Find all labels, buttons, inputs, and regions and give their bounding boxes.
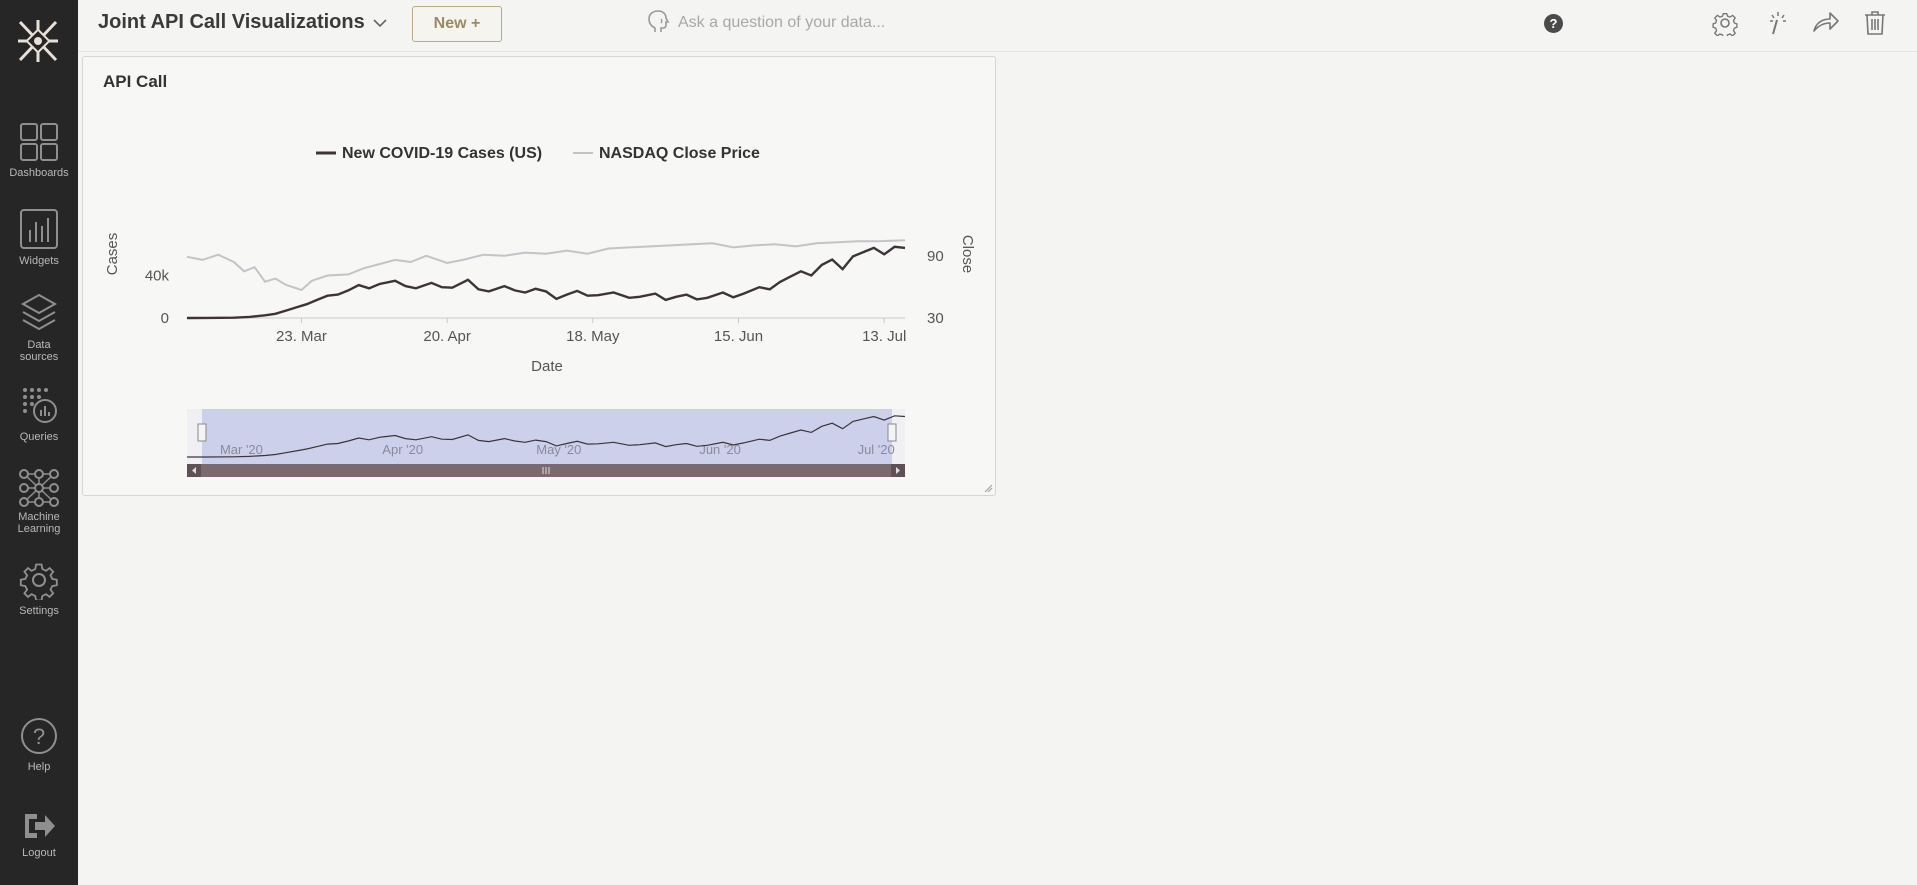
layers-icon	[20, 293, 58, 331]
svg-text:?: ?	[33, 724, 45, 749]
x-tick-label: 18. May	[566, 328, 620, 345]
sidebar-item-queries[interactable]: Queries	[0, 384, 78, 443]
x-tick-label: 15. Jun	[714, 328, 763, 345]
help-button[interactable]: ?	[1544, 14, 1563, 33]
app-logo-icon[interactable]	[16, 18, 60, 64]
x-tick-label: 13. Jul	[862, 328, 906, 345]
magic-wand-icon[interactable]	[1764, 10, 1788, 36]
y-left-tick-label: 0	[161, 310, 169, 327]
sidebar-item-label: Machine Learning	[17, 511, 61, 535]
series-line-cases[interactable]	[186, 245, 906, 320]
chart-legend[interactable]: New COVID-19 Cases (US) NASDAQ Close Pri…	[316, 145, 760, 162]
share-arrow-icon[interactable]	[1812, 10, 1840, 34]
sidebar-item-settings[interactable]: Settings	[0, 560, 78, 617]
dashboard-title-dropdown[interactable]: Joint API Call Visualizations	[98, 11, 387, 34]
legend-item-nasdaq[interactable]: NASDAQ Close Price	[599, 145, 760, 162]
line-chart[interactable]: New COVID-19 Cases (US) NASDAQ Close Pri…	[83, 57, 995, 495]
resize-handle-icon[interactable]	[983, 483, 993, 493]
query-icon	[23, 388, 57, 423]
y-left-tick-label: 40k	[145, 268, 170, 285]
navigator-label: May '20	[536, 442, 581, 457]
navigator-label: Apr '20	[382, 442, 423, 457]
sidebar-item-label: Logout	[22, 847, 56, 859]
sidebar-item-logout[interactable]: Logout	[0, 810, 78, 859]
x-axis-label: Date	[531, 358, 563, 375]
trash-icon[interactable]	[1864, 10, 1886, 36]
sidebar-item-help[interactable]: ? Help	[0, 716, 78, 773]
sidebar: Dashboards Widgets Data sources Queries …	[0, 0, 78, 885]
head-voice-icon	[648, 10, 670, 32]
bar-chart-icon	[20, 209, 58, 249]
dashboard-title: Joint API Call Visualizations	[98, 11, 365, 33]
y-axis-left-ticks: 0 40k	[145, 268, 170, 328]
chevron-down-icon	[373, 18, 387, 27]
x-tick-label: 23. Mar	[276, 328, 327, 345]
y-axis-right-label: Close	[959, 235, 976, 273]
navigator-label: Jul '20	[858, 442, 895, 457]
sidebar-item-label: Data sources	[19, 339, 59, 363]
logout-icon	[25, 814, 55, 838]
sidebar-item-label: Settings	[19, 605, 59, 617]
dashboard-grid-icon	[20, 123, 58, 161]
navigator-label: Mar '20	[220, 442, 263, 457]
series-line-nasdaq[interactable]	[186, 239, 906, 292]
sidebar-item-label: Queries	[19, 431, 59, 443]
new-button[interactable]: New +	[412, 6, 502, 42]
x-tick-label: 20. Apr	[423, 328, 471, 345]
gear-icon[interactable]	[1712, 10, 1738, 36]
network-icon	[19, 469, 59, 507]
ask-question-bar[interactable]	[646, 10, 998, 36]
y-right-tick-label: 30	[927, 310, 944, 327]
legend-item-cases[interactable]: New COVID-19 Cases (US)	[342, 145, 542, 162]
top-header: Joint API Call Visualizations New + ?	[78, 0, 1917, 52]
sidebar-item-label: Help	[27, 761, 51, 773]
navigator-left-handle[interactable]	[197, 423, 207, 442]
ask-question-input[interactable]	[678, 14, 998, 32]
x-axis-ticks: 23. Mar 20. Apr 18. May 15. Jun 13. Jul	[276, 318, 906, 345]
sidebar-item-machine-learning[interactable]: Machine Learning	[0, 468, 78, 535]
sidebar-item-data-sources[interactable]: Data sources	[0, 292, 78, 363]
sidebar-item-widgets[interactable]: Widgets	[0, 208, 78, 267]
help-circle-icon: ?	[21, 718, 57, 754]
sidebar-item-dashboards[interactable]: Dashboards	[0, 122, 78, 179]
y-axis-right-ticks: 30 90	[927, 248, 944, 327]
y-right-tick-label: 90	[927, 248, 944, 265]
sidebar-item-label: Widgets	[19, 255, 59, 267]
gear-icon	[19, 563, 58, 600]
chart-widget[interactable]: API Call New COVID-19 Cases (US) NASDAQ …	[82, 56, 996, 496]
sidebar-item-label: Dashboards	[9, 167, 69, 179]
range-navigator[interactable]: Mar '20 Apr '20 May '20 Jun '20 Jul '20	[187, 409, 906, 477]
navigator-right-handle[interactable]	[887, 423, 897, 442]
y-axis-left-label: Cases	[104, 233, 121, 276]
